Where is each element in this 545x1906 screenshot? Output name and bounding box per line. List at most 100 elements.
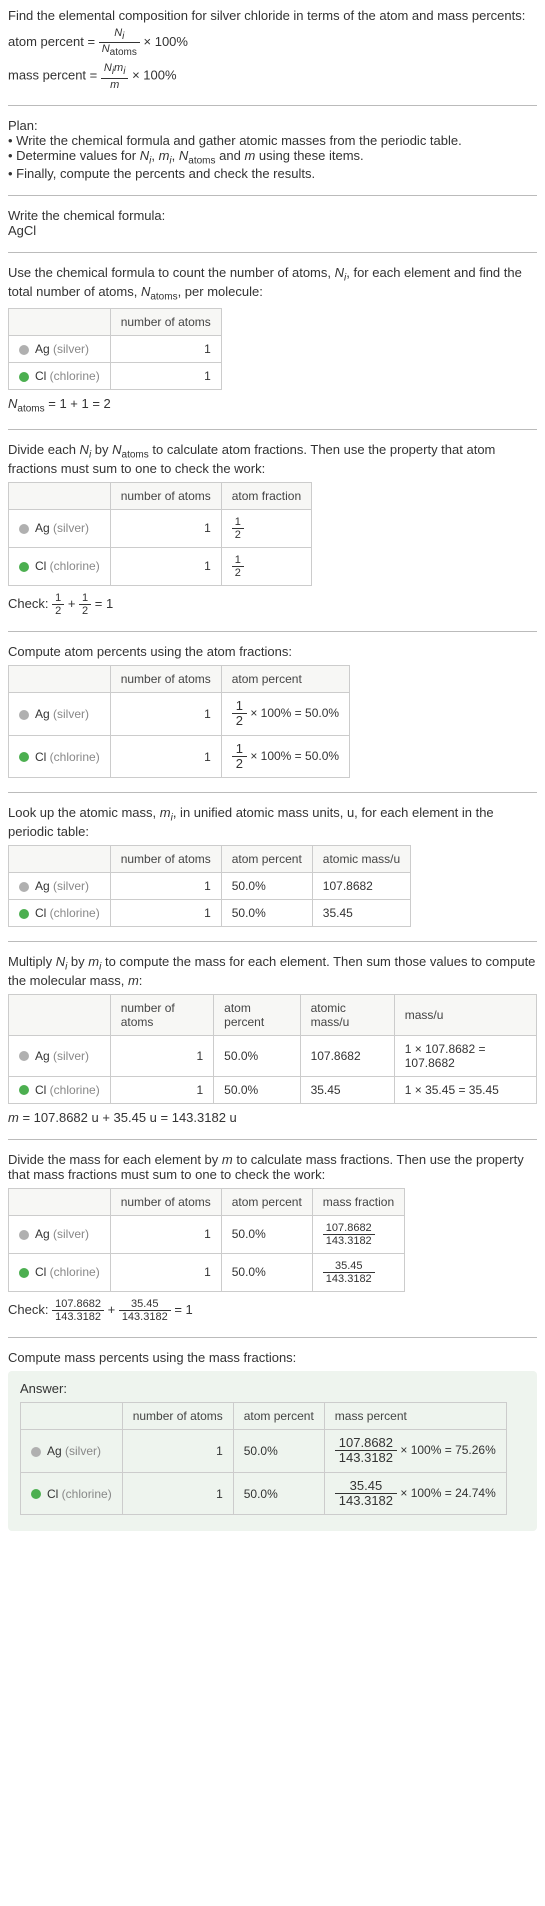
text-d: : bbox=[139, 973, 143, 988]
atom-percents-table: number of atoms atom percent Ag (silver)… bbox=[8, 665, 350, 778]
mass-percent-fraction: Nimi m bbox=[101, 62, 129, 90]
chlorine-dot-icon bbox=[19, 909, 29, 919]
sum-eq: = 107.8682 u + 35.45 u = 143.3182 u bbox=[19, 1110, 237, 1125]
divider bbox=[8, 429, 537, 430]
silver-dot-icon bbox=[19, 1051, 29, 1061]
plan-block: Plan: • Write the chemical formula and g… bbox=[8, 118, 537, 182]
element-name: (chlorine) bbox=[46, 1083, 99, 1097]
na-sub: atoms bbox=[110, 47, 137, 58]
count-atoms-table: number of atoms Ag (silver) 1 Cl (chlori… bbox=[8, 308, 222, 390]
element-name: (silver) bbox=[50, 342, 89, 356]
and-text: and bbox=[216, 148, 245, 163]
mass-percent-lhs: mass percent = bbox=[8, 68, 101, 83]
na-var: N bbox=[112, 442, 121, 457]
col-atom-percent: atom percent bbox=[233, 1403, 324, 1430]
mass-multiply-text: Multiply Ni by mi to compute the mass fo… bbox=[8, 954, 537, 988]
table-header-row: number of atoms atom percent bbox=[9, 666, 350, 693]
frac-num: 35.45 bbox=[335, 1479, 397, 1494]
col-number-of-atoms: number of atoms bbox=[110, 994, 213, 1035]
pct-text: × 100% = 75.26% bbox=[397, 1443, 496, 1457]
atom-percent-fraction: Ni Natoms bbox=[99, 27, 140, 58]
plan-bullet-2: • Determine values for Ni, mi, Natoms an… bbox=[8, 148, 537, 167]
atom-fractions-block: Divide each Ni by Natoms to calculate at… bbox=[8, 442, 537, 617]
m-var: m bbox=[160, 805, 171, 820]
col-number-of-atoms: number of atoms bbox=[110, 309, 221, 336]
col-element bbox=[9, 482, 111, 509]
ag-count: 1 bbox=[110, 1215, 221, 1253]
element-symbol: Ag bbox=[35, 521, 50, 535]
na-var: N bbox=[8, 396, 17, 411]
plan-heading: Plan: bbox=[8, 118, 537, 133]
col-atom-fraction: atom fraction bbox=[221, 482, 311, 509]
text-c: , per molecule: bbox=[178, 284, 263, 299]
frac-num: 35.45 bbox=[323, 1260, 375, 1273]
ag-atom-percent: 50.0% bbox=[221, 872, 312, 899]
times-100: × 100% bbox=[144, 34, 188, 49]
element-cell-cl: Cl (chlorine) bbox=[9, 547, 111, 585]
divider bbox=[8, 792, 537, 793]
comma: , bbox=[172, 148, 179, 163]
plan-b2-post: using these items. bbox=[255, 148, 363, 163]
col-mass: mass/u bbox=[394, 994, 536, 1035]
table-header-row: number of atoms atom percent atomic mass… bbox=[9, 994, 537, 1035]
ag-atom-percent: 50.0% bbox=[233, 1430, 324, 1473]
mass-sum: m = 107.8682 u + 35.45 u = 143.3182 u bbox=[8, 1110, 537, 1125]
frac-den: 2 bbox=[79, 605, 91, 617]
m-var: m bbox=[8, 1110, 19, 1125]
table-row: Ag (silver) 1 50.0% 107.8682 1 × 107.868… bbox=[9, 1035, 537, 1076]
cl-mass-percent: 35.45143.3182 × 100% = 24.74% bbox=[324, 1472, 506, 1515]
silver-dot-icon bbox=[19, 882, 29, 892]
atomic-mass-block: Look up the atomic mass, mi, in unified … bbox=[8, 805, 537, 927]
atom-fractions-table: number of atoms atom fraction Ag (silver… bbox=[8, 482, 312, 586]
col-element bbox=[9, 845, 111, 872]
text-a: Use the chemical formula to count the nu… bbox=[8, 265, 335, 280]
divider bbox=[8, 105, 537, 106]
m-var: m bbox=[159, 148, 170, 163]
answer-label: Answer: bbox=[20, 1381, 525, 1396]
divider bbox=[8, 1139, 537, 1140]
intro-block: Find the elemental composition for silve… bbox=[8, 8, 537, 91]
table-row: Cl (chlorine) 1 50.0% 35.45143.3182 bbox=[9, 1253, 405, 1291]
atom-percents-block: Compute atom percents using the atom fra… bbox=[8, 644, 537, 778]
element-symbol: Ag bbox=[35, 707, 50, 721]
check-pre: Check: bbox=[8, 1302, 52, 1317]
m-var: m bbox=[114, 62, 123, 74]
chlorine-dot-icon bbox=[19, 752, 29, 762]
col-atom-percent: atom percent bbox=[214, 994, 300, 1035]
plan-bullet-3: • Finally, compute the percents and chec… bbox=[8, 166, 537, 181]
na-var: N bbox=[102, 43, 110, 55]
m-sub: i bbox=[123, 67, 125, 78]
ag-atom-percent: 12 × 100% = 50.0% bbox=[221, 693, 349, 736]
col-element bbox=[9, 1188, 111, 1215]
count-atoms-sum: Natoms = 1 + 1 = 2 bbox=[8, 396, 537, 415]
cl-atom-fraction: 12 bbox=[221, 547, 311, 585]
col-atomic-mass: atomic mass/u bbox=[300, 994, 394, 1035]
element-cell-ag: Ag (silver) bbox=[9, 509, 111, 547]
col-number-of-atoms: number of atoms bbox=[110, 845, 221, 872]
element-symbol: Cl bbox=[47, 1487, 58, 1501]
table-row: Ag (silver) 1 50.0% 107.8682143.3182 bbox=[9, 1215, 405, 1253]
col-element bbox=[9, 666, 111, 693]
col-mass-percent: mass percent bbox=[324, 1403, 506, 1430]
ag-atom-percent: 50.0% bbox=[221, 1215, 312, 1253]
element-symbol: Ag bbox=[35, 342, 50, 356]
n-var: N bbox=[80, 442, 89, 457]
atom-fractions-text: Divide each Ni by Natoms to calculate at… bbox=[8, 442, 537, 476]
element-cell-cl: Cl (chlorine) bbox=[21, 1472, 123, 1515]
frac-den: 143.3182 bbox=[119, 1311, 171, 1323]
frac-den: 143.3182 bbox=[323, 1273, 375, 1285]
frac-den: 2 bbox=[232, 567, 244, 579]
check-pre: Check: bbox=[8, 596, 52, 611]
pct-text: × 100% = 50.0% bbox=[247, 706, 339, 720]
cl-atom-percent: 50.0% bbox=[221, 1253, 312, 1291]
ag-count: 1 bbox=[110, 336, 221, 363]
element-name: (chlorine) bbox=[46, 1265, 99, 1279]
mass-percent-formula: mass percent = Nimi m × 100% bbox=[8, 62, 537, 90]
ag-count: 1 bbox=[122, 1430, 233, 1473]
cl-mass: 1 × 35.45 = 35.45 bbox=[394, 1076, 536, 1103]
m-var: m bbox=[128, 973, 139, 988]
element-cell-ag: Ag (silver) bbox=[9, 1215, 111, 1253]
n-var: N bbox=[140, 148, 149, 163]
cl-atom-percent: 50.0% bbox=[214, 1076, 300, 1103]
silver-dot-icon bbox=[19, 710, 29, 720]
